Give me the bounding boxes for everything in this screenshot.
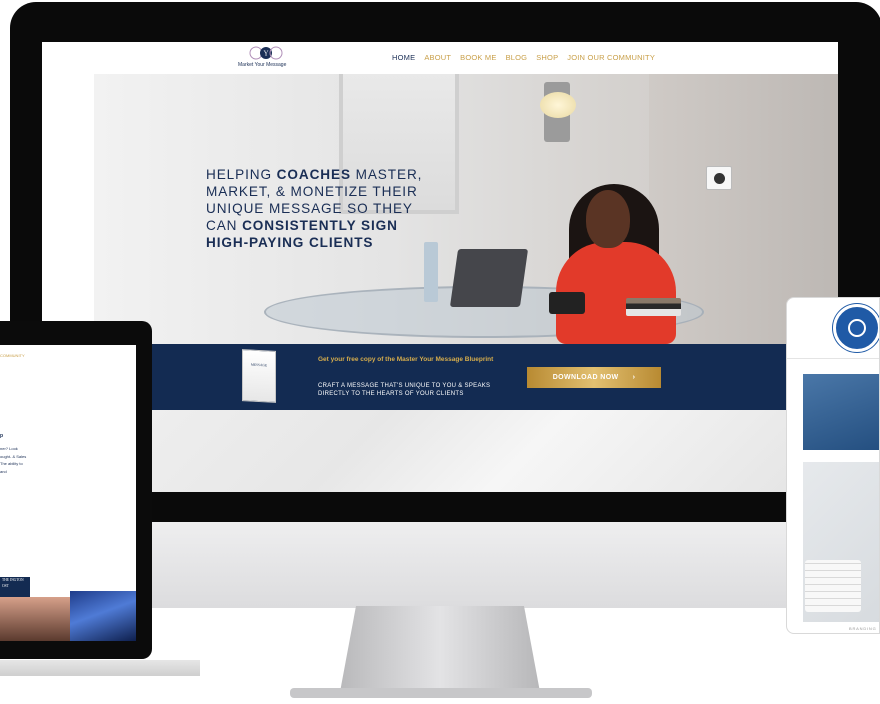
nav-home[interactable]: HOME bbox=[392, 53, 415, 62]
imac-screen: Y Market Your Message HOME ABOUT BOOK ME… bbox=[42, 42, 838, 492]
badge-inner-ring bbox=[848, 319, 866, 337]
download-button-label: DOWNLOAD NOW bbox=[552, 374, 619, 381]
keyboard-graphic bbox=[805, 560, 861, 612]
nav-blog[interactable]: BLOG bbox=[506, 53, 528, 62]
laptop-nav-fragment[interactable]: COMMUNITY bbox=[0, 353, 25, 358]
camera-object bbox=[549, 292, 585, 314]
nav-book-me[interactable]: BOOK ME bbox=[460, 53, 496, 62]
hero-section: HELPING COACHES MASTER, MARKET, & MONETI… bbox=[94, 74, 838, 344]
phone-blue-image bbox=[803, 374, 879, 450]
hero-headline: HELPING COACHES MASTER, MARKET, & MONETI… bbox=[206, 167, 423, 250]
book-label: MESSAGE bbox=[250, 362, 268, 368]
imac-base bbox=[290, 688, 592, 698]
blueprint-book-image: MESSAGE bbox=[242, 349, 276, 403]
nav-shop[interactable]: SHOP bbox=[536, 53, 558, 62]
logo-monogram-icon: Y bbox=[249, 46, 283, 60]
laptop-heading-fragment: p bbox=[0, 433, 4, 439]
chevron-right-icon: › bbox=[632, 374, 636, 381]
tumbler-cup bbox=[424, 242, 438, 302]
blueprint-banner: MESSAGE Get your free copy of the Master… bbox=[42, 344, 838, 410]
svg-text:Y: Y bbox=[263, 50, 268, 58]
imac-stand bbox=[340, 606, 540, 692]
phone-divider bbox=[787, 358, 879, 359]
thermostat-icon bbox=[706, 166, 732, 190]
laptop-paragraph-fragment: ner? Look ought- & Sales The ability to … bbox=[0, 446, 27, 474]
blueprint-title: Get your free copy of the Master Your Me… bbox=[318, 356, 494, 363]
nav-about[interactable]: ABOUT bbox=[424, 53, 451, 62]
phone-caption: BRANDING bbox=[849, 626, 877, 631]
marble-section bbox=[42, 410, 838, 492]
site-header: Y Market Your Message HOME ABOUT BOOK ME… bbox=[42, 42, 838, 74]
laptop-mockup-screen: COMMUNITY p ner? Look ought- & Sales The… bbox=[0, 345, 136, 641]
video-camera-badge-icon bbox=[833, 304, 879, 352]
logo-text: Market Your Message bbox=[238, 62, 287, 68]
book-stack bbox=[626, 298, 681, 316]
laptop-press-logo: THE INGTON OST bbox=[0, 577, 30, 597]
laptop-base bbox=[0, 660, 200, 676]
laptop-blue-graphic bbox=[70, 591, 136, 641]
tablet-device bbox=[449, 249, 529, 307]
hero-person-face bbox=[586, 190, 630, 248]
phone-mockup: BRANDING bbox=[786, 297, 880, 634]
main-nav: HOME ABOUT BOOK ME BLOG SHOP JOIN OUR CO… bbox=[392, 53, 655, 62]
laptop-photo bbox=[0, 597, 70, 641]
blueprint-subtitle: CRAFT A MESSAGE THAT'S UNIQUE TO YOU & S… bbox=[318, 383, 491, 397]
nav-join-community[interactable]: JOIN OUR COMMUNITY bbox=[567, 53, 655, 62]
flower-decoration bbox=[540, 92, 576, 118]
site-logo[interactable]: Y Market Your Message bbox=[238, 45, 292, 73]
download-now-button[interactable]: DOWNLOAD NOW › bbox=[527, 367, 661, 388]
